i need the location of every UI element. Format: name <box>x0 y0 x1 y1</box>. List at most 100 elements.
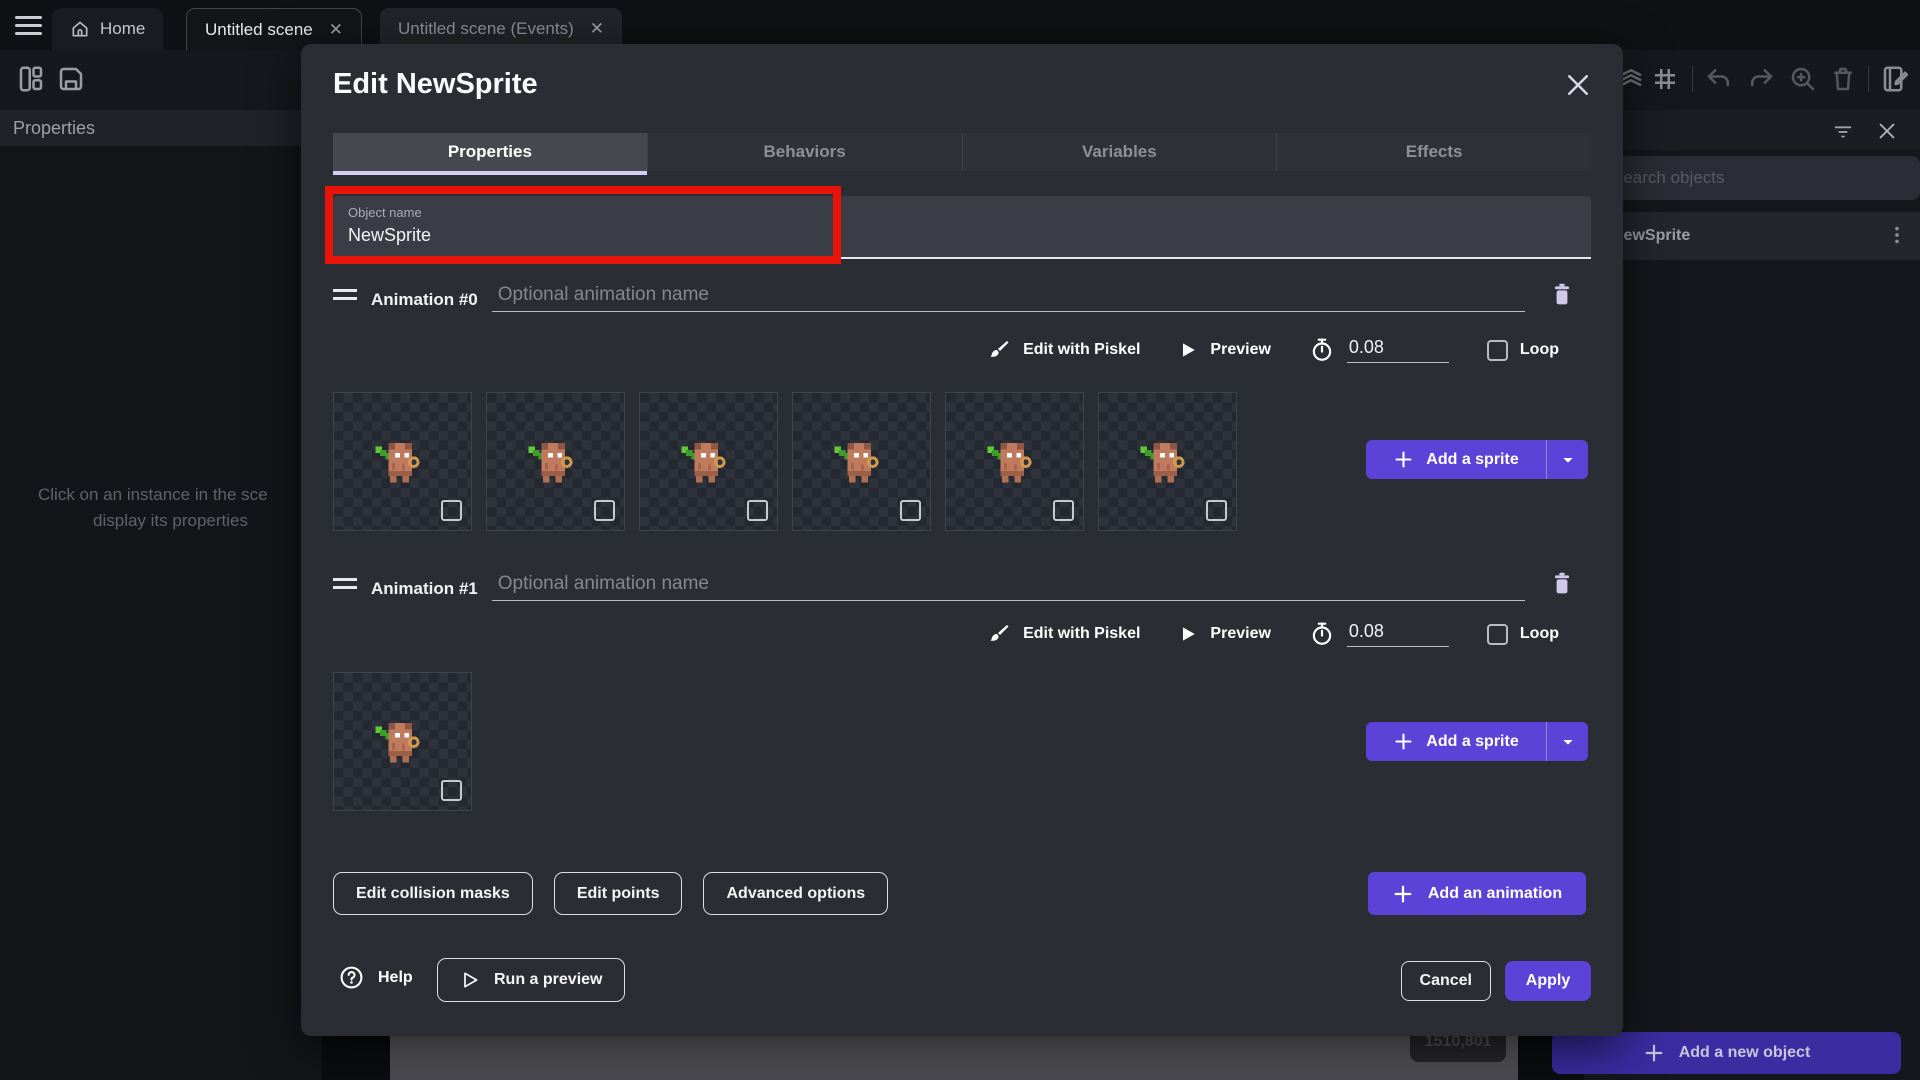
delete-animation-icon[interactable] <box>1549 280 1575 308</box>
sprite-frame[interactable] <box>486 392 625 531</box>
zoom-in-icon[interactable] <box>1788 64 1818 94</box>
frame-checkbox[interactable] <box>441 500 462 521</box>
apply-button[interactable]: Apply <box>1505 961 1591 1001</box>
sprite-frame-list <box>333 392 1237 531</box>
time-between-frames-input[interactable] <box>1347 337 1449 363</box>
properties-panel: Properties <box>0 110 322 1080</box>
edit-collision-masks-button[interactable]: Edit collision masks <box>333 872 533 915</box>
animation-0-header: Animation #0 <box>333 276 1591 312</box>
kebab-menu-icon[interactable] <box>1886 224 1908 246</box>
close-tab-icon[interactable]: ✕ <box>590 19 604 39</box>
pig-sprite-image <box>370 433 427 486</box>
tab-behaviors[interactable]: Behaviors <box>648 133 963 171</box>
redo-icon[interactable] <box>1746 64 1776 94</box>
run-preview-button[interactable]: Run a preview <box>437 958 625 1002</box>
plus-icon <box>1392 883 1414 905</box>
grid-icon[interactable] <box>1650 64 1680 94</box>
sprite-frame[interactable] <box>639 392 778 531</box>
objects-panel-header <box>1584 110 1920 150</box>
tab-label: Home <box>100 19 145 39</box>
tab-effects[interactable]: Effects <box>1277 133 1591 171</box>
advanced-options-button[interactable]: Advanced options <box>703 872 888 915</box>
plus-icon <box>1393 449 1414 470</box>
sprite-frame-list <box>333 672 472 811</box>
menu-icon[interactable] <box>15 16 42 36</box>
plus-icon <box>1643 1042 1665 1064</box>
objects-panel: NewSprite Add a new object <box>1584 110 1920 1080</box>
tab-home[interactable]: Home <box>52 8 163 50</box>
edit-scene-properties-icon[interactable] <box>1880 64 1910 94</box>
help-button[interactable]: Help <box>339 965 413 990</box>
chevron-down-icon <box>1560 734 1576 750</box>
add-sprite-button[interactable]: Add a sprite <box>1366 440 1547 479</box>
pig-sprite-image <box>676 433 733 486</box>
toolbar-divider <box>1868 66 1869 92</box>
add-sprite-dropdown-button[interactable] <box>1547 722 1588 761</box>
dialog-footer: Help Run a preview Cancel Apply <box>333 958 1591 1002</box>
drag-handle-icon[interactable] <box>333 289 357 305</box>
pig-sprite-image <box>829 433 886 486</box>
help-icon <box>339 965 364 990</box>
dialog-tab-bar: Properties Behaviors Variables Effects <box>333 133 1591 171</box>
edit-with-piskel-button[interactable]: Edit with Piskel <box>987 622 1140 646</box>
play-icon <box>1178 624 1198 644</box>
edit-with-piskel-button[interactable]: Edit with Piskel <box>987 338 1140 362</box>
tab-variables[interactable]: Variables <box>963 133 1278 171</box>
animation-name-input[interactable] <box>492 284 1525 312</box>
sprite-frame[interactable] <box>1098 392 1237 531</box>
chevron-down-icon <box>1560 452 1576 468</box>
preview-button[interactable]: Preview <box>1178 340 1270 360</box>
search-objects-input[interactable] <box>1596 156 1920 200</box>
sprite-frame[interactable] <box>333 672 472 811</box>
tab-label: Untitled scene <box>205 20 313 40</box>
object-name-label: NewSprite <box>1612 227 1690 245</box>
pig-sprite-image <box>982 433 1039 486</box>
frame-checkbox[interactable] <box>594 500 615 521</box>
pig-sprite-image <box>370 713 427 766</box>
close-dialog-icon[interactable] <box>1563 70 1593 100</box>
time-between-frames-input[interactable] <box>1347 621 1449 647</box>
undo-icon[interactable] <box>1704 64 1734 94</box>
frame-checkbox[interactable] <box>900 500 921 521</box>
plus-icon <box>1393 731 1414 752</box>
preview-button[interactable]: Preview <box>1178 624 1270 644</box>
loop-checkbox[interactable] <box>1487 340 1508 361</box>
object-list-item[interactable]: NewSprite <box>1584 212 1920 260</box>
delete-animation-icon[interactable] <box>1549 569 1575 597</box>
home-icon <box>70 19 90 39</box>
frame-checkbox[interactable] <box>1053 500 1074 521</box>
loop-checkbox[interactable] <box>1487 624 1508 645</box>
scene-canvas[interactable] <box>390 1036 1518 1080</box>
drag-handle-icon[interactable] <box>333 578 357 594</box>
edit-object-dialog: Edit NewSprite Properties Behaviors Vari… <box>301 44 1623 1036</box>
save-icon[interactable] <box>56 64 86 94</box>
toolbar-divider <box>1692 66 1693 92</box>
edit-points-button[interactable]: Edit points <box>554 872 683 915</box>
advanced-actions-row: Edit collision masks Edit points Advance… <box>333 872 888 915</box>
tab-properties[interactable]: Properties <box>333 133 648 171</box>
frame-checkbox[interactable] <box>747 500 768 521</box>
sprite-frame[interactable] <box>333 392 472 531</box>
add-sprite-button[interactable]: Add a sprite <box>1366 722 1547 761</box>
cancel-button[interactable]: Cancel <box>1401 961 1491 1001</box>
animation-1-tools: Edit with Piskel Preview Loop <box>987 616 1559 652</box>
open-panels-icon[interactable] <box>16 64 46 94</box>
timer-icon <box>1309 621 1335 647</box>
animation-1-header: Animation #1 <box>333 565 1591 601</box>
filter-icon[interactable] <box>1832 120 1854 142</box>
add-sprite-dropdown-button[interactable] <box>1547 440 1588 479</box>
frame-checkbox[interactable] <box>441 780 462 801</box>
timer-icon <box>1309 337 1335 363</box>
animation-name-input[interactable] <box>492 573 1525 601</box>
add-sprite-split-button: Add a sprite <box>1366 722 1588 761</box>
close-panel-icon[interactable] <box>1876 120 1898 142</box>
sprite-frame[interactable] <box>945 392 1084 531</box>
add-animation-button[interactable]: Add an animation <box>1368 872 1586 915</box>
properties-panel-title: Properties <box>0 110 322 146</box>
annotation-highlight-box <box>325 186 841 264</box>
trash-icon[interactable] <box>1828 64 1858 94</box>
close-tab-icon[interactable]: ✕ <box>329 20 343 40</box>
sprite-frame[interactable] <box>792 392 931 531</box>
add-new-object-button[interactable]: Add a new object <box>1552 1032 1901 1074</box>
frame-checkbox[interactable] <box>1206 500 1227 521</box>
